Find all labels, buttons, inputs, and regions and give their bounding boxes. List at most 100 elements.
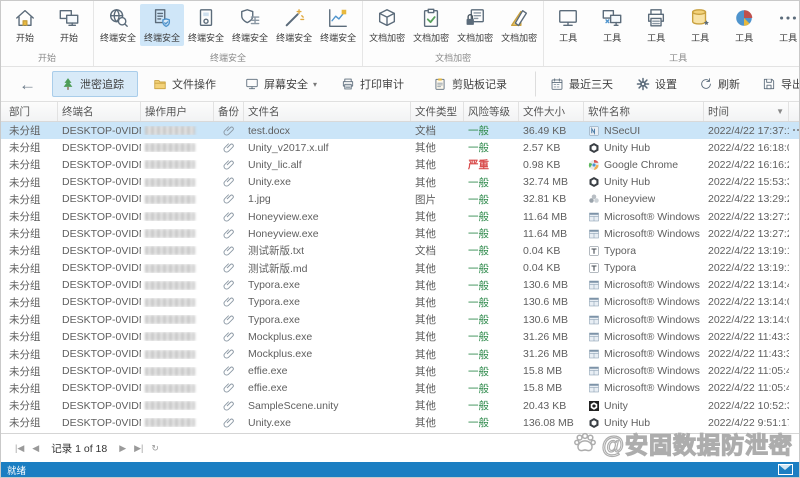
table-row[interactable]: 未分组 DESKTOP-0VIDMDJ Mockplus.exe 其他 一般 3… (1, 328, 799, 345)
paperclip-icon[interactable] (223, 314, 235, 326)
paperclip-icon[interactable] (223, 228, 235, 240)
first-page-button[interactable]: |◀ (11, 443, 28, 454)
terminal-cell: DESKTOP-0VIDMDJ (62, 279, 141, 292)
message-icon[interactable] (778, 464, 793, 475)
paperclip-icon[interactable] (223, 365, 235, 377)
user-cell (141, 366, 214, 376)
ribbon-button[interactable]: 终端安全 (272, 4, 316, 46)
table-row[interactable]: 未分组 DESKTOP-0VIDMDJ Unity.exe 其他 一般 32.7… (1, 174, 799, 191)
paperclip-icon[interactable] (223, 331, 235, 343)
ribbon-button[interactable]: 开始 (47, 4, 91, 46)
ribbon-button[interactable]: 工具 (590, 4, 634, 46)
time-cell: 2022/4/22 13:19:16 (708, 244, 789, 257)
file-type-cell: 文档 (415, 125, 436, 138)
table-row[interactable]: 未分组 DESKTOP-0VIDMDJ Unity_lic.alf 其他 严重 … (1, 156, 799, 173)
table-row[interactable]: 未分组 DESKTOP-0VIDMDJ Typora.exe 其他 一般 130… (1, 311, 799, 328)
table-row[interactable]: 未分组 DESKTOP-0VIDMDJ 测试新版.md 其他 一般 0.04 K… (1, 260, 799, 277)
ribbon-button[interactable]: 工具 (546, 4, 590, 46)
table-row[interactable]: 未分组 DESKTOP-0VIDMDJ effie.exe 其他 一般 15.8… (1, 363, 799, 380)
column-header-type[interactable]: 文件类型 (411, 102, 464, 121)
refresh-page-button[interactable]: ↻ (147, 443, 163, 454)
ribbon-button[interactable]: 文档加密 (365, 4, 409, 46)
column-header-dept[interactable]: 部门 (1, 102, 58, 121)
toolbar-right-button[interactable]: 刷新 (690, 71, 749, 97)
table-row[interactable]: 未分组 DESKTOP-0VIDMDJ Unity.exe 其他 一般 136.… (1, 414, 799, 431)
ribbon-button[interactable]: 文档加密 (409, 4, 453, 46)
column-header-size[interactable]: 文件大小 (519, 102, 584, 121)
ribbon-button[interactable]: 终端安全 (228, 4, 272, 46)
paperclip-icon[interactable] (223, 159, 235, 171)
paperclip-icon[interactable] (223, 245, 235, 257)
ribbon-button[interactable]: 工具 (678, 4, 722, 46)
toolbar-button[interactable]: 屏幕安全 ▾ (236, 71, 326, 97)
toolbar-right-button[interactable]: 导出 (753, 71, 799, 97)
back-arrow-icon[interactable]: ← (19, 76, 36, 93)
last-page-button[interactable]: ▶| (130, 443, 147, 454)
risk-cell: 严重 (464, 157, 519, 172)
table-row[interactable]: 未分组 DESKTOP-0VIDMDJ Unity_v2017.x.ulf 其他… (1, 139, 799, 156)
ribbon-button[interactable]: 工具 (722, 4, 766, 46)
terminal-cell: DESKTOP-0VIDMDJ (62, 296, 141, 309)
paperclip-icon[interactable] (223, 125, 235, 137)
table-row[interactable]: 未分组 DESKTOP-0VIDMDJ test.docx 文档 一般 36.4… (1, 122, 799, 140)
table-row[interactable]: 未分组 DESKTOP-0VIDMDJ Honeyview.exe 其他 一般 … (1, 225, 799, 242)
table-row[interactable]: 未分组 DESKTOP-0VIDMDJ SampleScene.unity 其他… (1, 397, 799, 414)
toolbar-button[interactable]: 打印审计 (332, 71, 418, 97)
column-header-user[interactable]: 操作用户 (141, 102, 214, 121)
dept-cell: 未分组 (9, 296, 41, 309)
paperclip-icon[interactable] (223, 382, 235, 394)
toolbar-button[interactable]: 剪贴板记录 (424, 71, 521, 97)
prev-page-button[interactable]: ◀ (28, 443, 43, 454)
table-row[interactable]: 未分组 DESKTOP-0VIDMDJ Typora.exe 其他 一般 130… (1, 277, 799, 294)
risk-cell: 一般 (464, 295, 519, 310)
paperclip-icon[interactable] (223, 211, 235, 223)
table-row[interactable]: 未分组 DESKTOP-0VIDMDJ Mockplus.exe 其他 一般 3… (1, 345, 799, 362)
table-row[interactable]: 未分组 DESKTOP-0VIDMDJ 1.jpg 图片 一般 32.81 KB… (1, 191, 799, 208)
paperclip-icon[interactable] (223, 193, 235, 205)
ribbon-button[interactable]: 工具 (634, 4, 678, 46)
table-row[interactable]: 未分组 DESKTOP-0VIDMDJ effie.exe 其他 一般 15.8… (1, 380, 799, 397)
ribbon-button[interactable]: 文档加密 (453, 4, 497, 46)
ribbon-button-label: 文档加密 (413, 33, 450, 43)
ribbon-button[interactable]: 开始 (3, 4, 47, 46)
table-row[interactable]: 未分组 DESKTOP-0VIDMDJ 测试新版.txt 文档 一般 0.04 … (1, 242, 799, 259)
redacted-user (145, 401, 195, 411)
next-page-button[interactable]: ▶ (115, 443, 130, 454)
risk-badge: 一般 (468, 279, 489, 292)
paperclip-icon[interactable] (223, 279, 235, 291)
time-cell: 2022/4/22 10:52:31 (708, 399, 789, 412)
toolbar-button[interactable]: 文件操作 (144, 71, 230, 97)
column-header-time[interactable]: 时间 ▼ (704, 102, 789, 121)
file-name-cell: effie.exe (248, 365, 288, 378)
toolbar-button-icon (341, 77, 355, 91)
table-row[interactable]: 未分组 DESKTOP-0VIDMDJ Honeyview.exe 其他 一般 … (1, 208, 799, 225)
column-header-backup[interactable]: 备份 (214, 102, 244, 121)
ribbon-button[interactable]: 工具 (766, 4, 799, 46)
ribbon-button-label: 终端安全 (320, 33, 357, 43)
ribbon-button[interactable]: 终端安全 (316, 4, 360, 46)
column-header-file[interactable]: 文件名 (244, 102, 411, 121)
time-filter-icon[interactable]: ▼ (776, 107, 784, 116)
ribbon-button[interactable]: 终端安全 (140, 4, 185, 46)
column-header-software[interactable]: 软件名称 (584, 102, 704, 121)
software-name: Microsoft® Windows® Oper... (604, 330, 700, 343)
paperclip-icon[interactable] (223, 417, 235, 429)
toolbar-button[interactable]: 泄密追踪 (52, 71, 138, 97)
toolbar-button[interactable]: 最近三天 (535, 71, 627, 97)
paperclip-icon[interactable] (223, 296, 235, 308)
paperclip-icon[interactable] (223, 176, 235, 188)
risk-badge: 一般 (468, 228, 489, 241)
toolbar-right-button[interactable]: 设置 (627, 71, 686, 97)
paperclip-icon[interactable] (223, 262, 235, 274)
ribbon-button[interactable]: 终端安全 (96, 4, 140, 46)
software-cell: Unity Hub (584, 417, 704, 429)
column-header-terminal[interactable]: 终端名 (58, 102, 141, 121)
paperclip-icon[interactable] (223, 400, 235, 412)
column-header-risk[interactable]: 风险等级 (464, 102, 519, 121)
ribbon-button[interactable]: 文档加密 (497, 4, 541, 46)
paperclip-icon[interactable] (223, 348, 235, 360)
table-row[interactable]: 未分组 DESKTOP-0VIDMDJ Typora.exe 其他 一般 130… (1, 294, 799, 311)
paperclip-icon[interactable] (223, 142, 235, 154)
software-name: Microsoft® Windows® Oper... (604, 313, 700, 326)
ribbon-button[interactable]: 终端安全 (184, 4, 228, 46)
